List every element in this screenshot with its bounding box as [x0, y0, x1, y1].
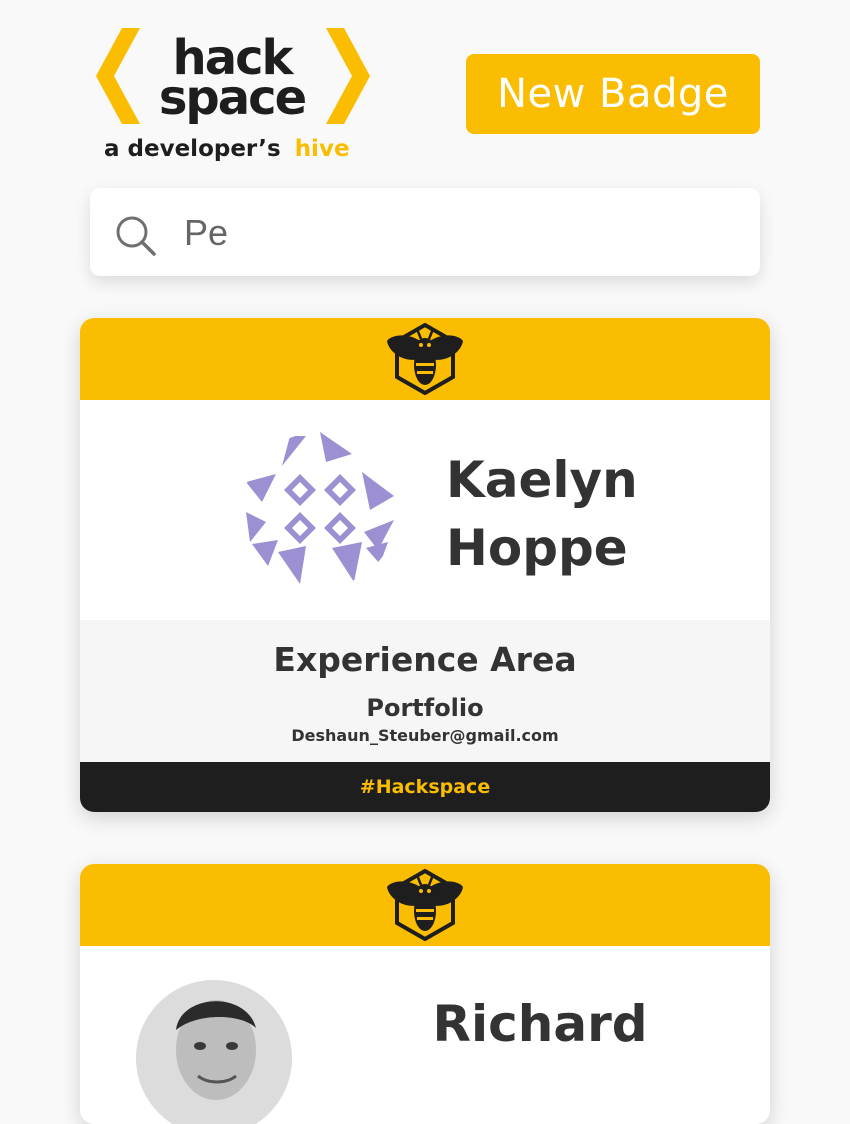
search-bar[interactable]	[90, 188, 760, 276]
badge-card-body: Richard	[80, 946, 770, 1124]
svg-text:a developer’s hive: a developer’s hive	[104, 136, 350, 162]
badge-holder-name: Richard	[330, 990, 750, 1058]
badge-card-footer: #Hackspace	[80, 762, 770, 812]
first-name: Kaelyn	[446, 451, 638, 509]
search-icon	[116, 216, 156, 256]
badge-card[interactable]: Richard	[80, 864, 770, 1124]
search-input[interactable]	[182, 208, 726, 258]
logo-tagline: a developer’s	[104, 136, 281, 162]
hackspace-logo: hack space a developer’s hive	[94, 24, 374, 164]
badge-card-body: Kaelyn Hoppe	[80, 400, 770, 620]
badge-card-header	[80, 864, 770, 946]
badge-card[interactable]: Kaelyn Hoppe Experience Area Portfolio D…	[80, 318, 770, 812]
portfolio-label: Portfolio	[366, 694, 484, 722]
badge-card-header	[80, 318, 770, 400]
logo-line2: space	[159, 70, 306, 126]
logo-tagline-highlight: hive	[295, 136, 350, 162]
experience-area: Experience Area	[273, 640, 577, 679]
badge-holder-name: Kaelyn Hoppe	[446, 446, 746, 582]
new-badge-button[interactable]: New Badge	[466, 54, 760, 134]
badge-card-info: Experience Area Portfolio Deshaun_Steube…	[80, 620, 770, 762]
bee-hive-icon	[387, 869, 463, 941]
first-name: Richard	[432, 995, 648, 1053]
identicon-avatar	[242, 432, 398, 588]
email-text: Deshaun_Steuber@gmail.com	[291, 726, 559, 745]
bee-hive-icon	[387, 323, 463, 395]
photo-avatar	[136, 980, 292, 1124]
last-name: Hoppe	[446, 519, 628, 577]
